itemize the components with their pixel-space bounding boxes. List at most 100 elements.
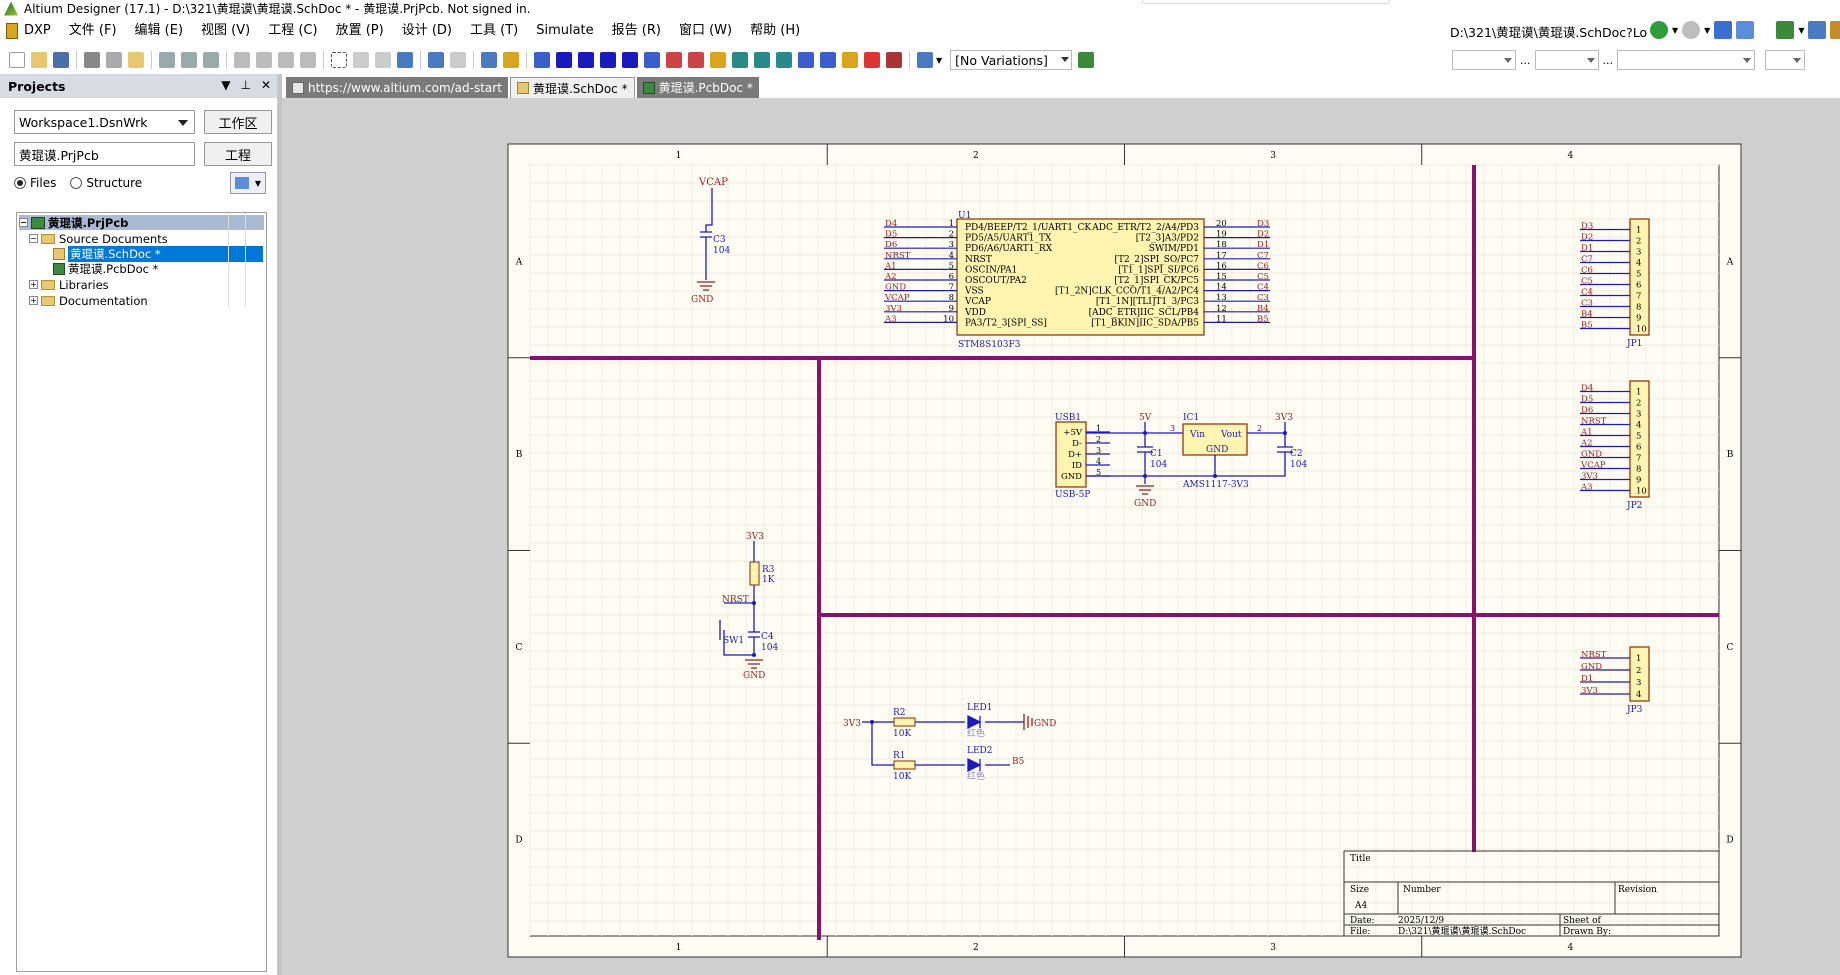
jp3-net: GND: [1581, 662, 1602, 672]
u1-left-pin-name: VDD: [964, 308, 986, 318]
r3-ref: R3: [762, 565, 775, 575]
u1-left-net: VCAP: [884, 293, 910, 303]
jp2-ref: JP2: [1626, 501, 1642, 511]
u1-right-pin-name: [ADC_ETR]IIC_SCL/PB4: [1089, 308, 1200, 318]
zone-row-label: C: [516, 643, 523, 653]
c4-value: 104: [761, 643, 778, 653]
jp1-num: 1: [1636, 226, 1641, 236]
tb-size: Size: [1350, 885, 1369, 895]
ic1-gnd: GND: [1206, 445, 1228, 455]
u1-right-net: D2: [1257, 230, 1269, 240]
jp3-num: 3: [1636, 678, 1641, 688]
r2-ref: R2: [893, 708, 906, 718]
u1-right-pin-name: [T1_1N][TLI]T1_3/PC3: [1096, 297, 1199, 307]
zone-col-label: 3: [1270, 943, 1276, 953]
jp1-net: D2: [1581, 233, 1593, 243]
jp2-net: A1: [1580, 428, 1593, 438]
c3-ref: C3: [713, 235, 726, 245]
zone-col-label: 1: [676, 943, 682, 953]
r2-body: [893, 717, 916, 727]
jp1-net: D1: [1581, 244, 1593, 254]
u1-right-net: D3: [1257, 219, 1269, 229]
jp2-num: 2: [1636, 399, 1641, 409]
ic1-vin: Vin: [1189, 430, 1205, 440]
jp2-num: 3: [1636, 410, 1641, 420]
u1-left-net: GND: [885, 283, 906, 293]
tb-number: Number: [1403, 885, 1441, 895]
jp1-num: 10: [1636, 325, 1647, 335]
usb-pin-num: 2: [1096, 435, 1101, 444]
u1-left-net: D5: [885, 230, 897, 240]
u1-right-pin-name: [T1_1]SPI_SI/PC6: [1118, 265, 1199, 275]
u1-left-pin-name: OSCIN/PA1: [965, 265, 1017, 275]
net-label-3v3: 3V3: [1275, 413, 1293, 423]
u1-right-pin-name: [T1_2N]CLK_CCO/T1_4/A2/PC4: [1055, 287, 1199, 297]
u1-right-pin-name: [T2_2]SPI_SO/PC7: [1115, 255, 1200, 265]
u1-left-net: A1: [884, 261, 897, 271]
tb-file: File:: [1350, 927, 1370, 937]
c3-value: 104: [713, 246, 730, 256]
u1-left-net: 3V3: [885, 304, 902, 314]
u1-right-num: 12: [1216, 304, 1227, 314]
led2-color: 红色: [967, 770, 985, 782]
u1-left-num: 10: [943, 314, 954, 324]
u1-left-net: A2: [884, 272, 897, 282]
zone-col-label: 4: [1568, 943, 1574, 953]
jp3-num: 4: [1636, 690, 1641, 700]
net-label-5v: 5V: [1139, 413, 1152, 423]
jp1-net: C7: [1581, 255, 1593, 265]
zone-col-label: 2: [973, 151, 979, 161]
zone-row-label: D: [1726, 836, 1733, 846]
u1-right-num: 13: [1216, 293, 1227, 303]
junction-dot: [1213, 474, 1217, 478]
jp1-num: 3: [1636, 248, 1641, 258]
tb-revision: Revision: [1618, 885, 1657, 895]
u1-right-pin-name: [T2_1]SPI_CK/PC5: [1114, 276, 1199, 286]
c2-ref: C2: [1290, 449, 1303, 459]
c1-ref: C1: [1150, 449, 1163, 459]
u1-left-num: 3: [949, 240, 954, 250]
u1-right-num: 19: [1216, 230, 1227, 240]
jp2-net: GND: [1581, 450, 1602, 460]
jp1-net: C3: [1581, 299, 1593, 309]
u1-right-net: B4: [1257, 304, 1269, 314]
tb-date: Date:: [1350, 916, 1375, 926]
jp2-num: 7: [1636, 454, 1641, 464]
usb-pin-name: D-: [1072, 439, 1082, 449]
u1-right-num: 18: [1216, 240, 1227, 250]
usb-pin-name: D+: [1068, 450, 1082, 460]
net-label-3v3: 3V3: [843, 719, 861, 729]
jp2-num: 10: [1636, 487, 1647, 497]
tb-title: Title: [1350, 854, 1371, 864]
jp3-num: 1: [1636, 654, 1641, 664]
u1-left-net: D6: [885, 240, 897, 250]
jp2-num: 8: [1636, 465, 1641, 475]
u1-left-num: 9: [949, 304, 954, 314]
jp2-net: A3: [1580, 483, 1593, 493]
led1-ref: LED1: [967, 703, 993, 713]
jp2-net: 3V3: [1581, 472, 1598, 482]
jp1-ref: JP1: [1626, 339, 1642, 349]
net-label-3v3: 3V3: [746, 532, 764, 542]
u1-left-num: 1: [949, 219, 954, 229]
gnd-label: GND: [743, 671, 765, 681]
zone-row-label: A: [1726, 257, 1734, 267]
usb-pin-num: 4: [1096, 457, 1101, 466]
jp2-num: 4: [1636, 421, 1641, 431]
gnd-label: GND: [691, 295, 713, 305]
net-label-b5: B5: [1012, 757, 1025, 767]
jp2-net: D5: [1581, 395, 1593, 405]
r1-body: [893, 760, 916, 770]
ic1-ref: IC1: [1183, 413, 1199, 423]
jp1-net: C4: [1581, 288, 1593, 298]
jp3-ref: JP3: [1626, 705, 1643, 715]
u1-right-num: 20: [1216, 219, 1227, 229]
schematic-sheet[interactable]: 11223344A AB BC CD D VCAP C3 104 GND U1 STM8…: [0, 0, 1840, 975]
jp2-net: NRST: [1581, 417, 1607, 427]
jp1-num: 4: [1636, 259, 1641, 269]
jp2-num: 1: [1636, 388, 1641, 398]
u1-left-pin-name: VSS: [964, 287, 984, 297]
u1-right-net: C3: [1257, 293, 1269, 303]
zone-col-label: 4: [1568, 151, 1574, 161]
tb-drawn-by: Drawn By:: [1563, 927, 1611, 937]
